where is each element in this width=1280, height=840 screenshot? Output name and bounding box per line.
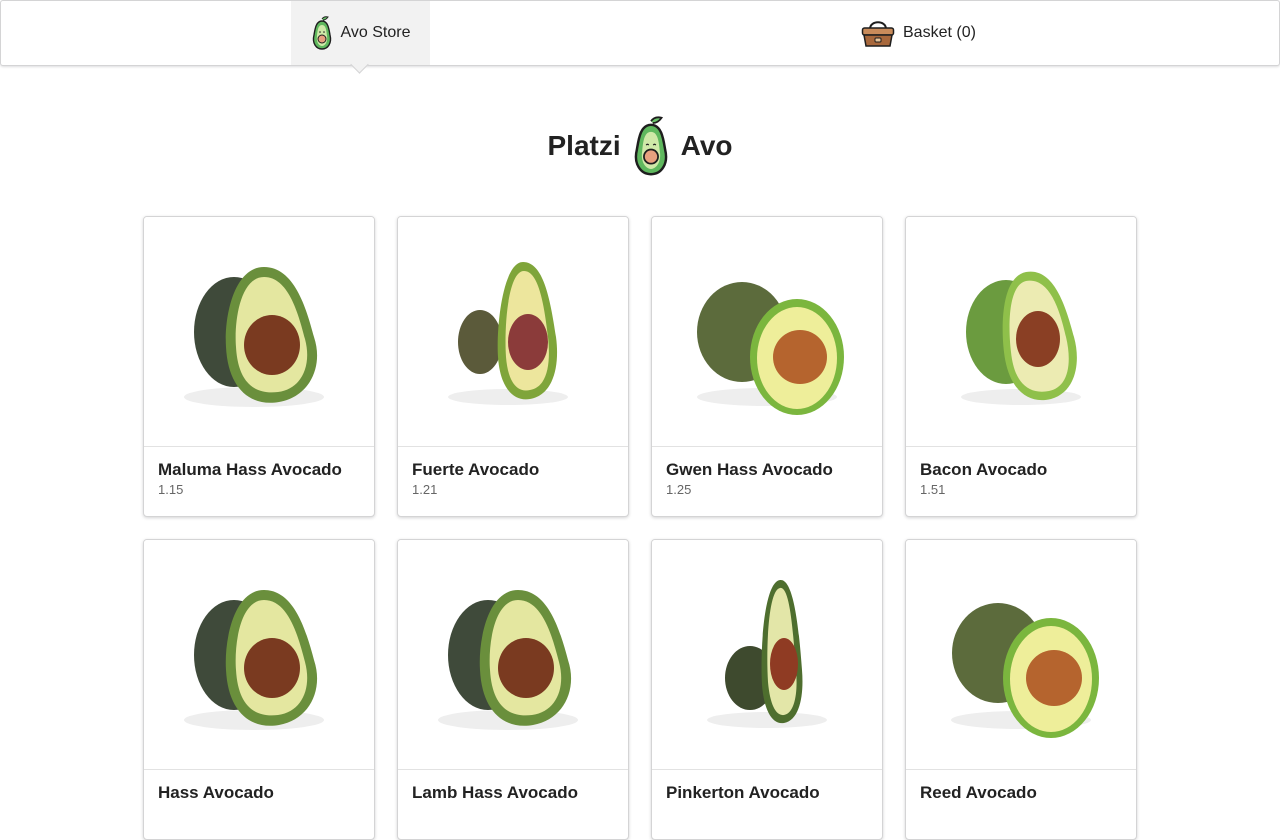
product-card[interactable]: Bacon Avocado 1.51 [905,216,1137,517]
product-content: Reed Avocado [906,770,1136,816]
product-grid: Maluma Hass Avocado 1.15 Fuerte Avocado … [143,216,1137,840]
product-card[interactable]: Fuerte Avocado 1.21 [397,216,629,517]
product-price: 1.21 [412,482,438,497]
hero-title-right: Avo [680,130,733,161]
product-content: Bacon Avocado 1.51 [906,447,1136,511]
avocado-image [697,281,844,415]
product-name: Maluma Hass Avocado [158,460,342,479]
nav-basket-label: Basket (0) [903,24,976,41]
product-image [652,540,882,770]
avocado-logo-icon [312,16,331,50]
product-content: Pinkerton Avocado [652,770,882,816]
hero-title-left: Platzi [547,130,621,161]
nav-avo-store-link[interactable]: Avo Store [291,1,430,65]
page-title: Platzi Avo [0,116,1280,176]
product-name: Pinkerton Avocado [666,783,820,802]
product-card[interactable]: Hass Avocado [143,539,375,840]
product-name: Fuerte Avocado [412,460,540,479]
product-price: 1.51 [920,482,946,497]
product-card[interactable]: Pinkerton Avocado [651,539,883,840]
avocado-image [438,589,578,730]
product-image [144,217,374,447]
product-image [398,540,628,770]
product-price: 1.25 [666,482,692,497]
product-name: Bacon Avocado [920,460,1048,479]
product-card[interactable]: Lamb Hass Avocado [397,539,629,840]
product-name: Hass Avocado [158,783,274,802]
product-image [652,217,882,447]
product-image [906,217,1136,447]
avocado-image [448,261,568,405]
product-name: Reed Avocado [920,783,1037,802]
product-content: Maluma Hass Avocado 1.15 [144,447,374,511]
product-content: Fuerte Avocado 1.21 [398,447,628,511]
avocado-image [184,266,324,407]
product-card[interactable]: Gwen Hass Avocado 1.25 [651,216,883,517]
product-image [398,217,628,447]
product-content: Lamb Hass Avocado [398,770,628,816]
avocado-image [707,579,827,728]
product-name: Gwen Hass Avocado [666,460,833,479]
product-image [906,540,1136,770]
top-navbar: Avo Store Basket (0) [0,0,1280,66]
avocado-image [961,271,1081,405]
basket-icon [861,21,895,47]
product-image [144,540,374,770]
product-card[interactable]: Maluma Hass Avocado 1.15 [143,216,375,517]
nav-basket-link[interactable]: Basket (0) [861,1,976,65]
nav-store-label: Avo Store [340,24,411,41]
product-price: 1.15 [158,482,184,497]
product-name: Lamb Hass Avocado [412,783,578,802]
avocado-image [184,589,324,730]
product-content: Hass Avocado [144,770,374,816]
avocado-image [951,602,1099,738]
product-card[interactable]: Reed Avocado [905,539,1137,840]
product-content: Gwen Hass Avocado 1.25 [652,447,882,511]
avocado-logo-icon [634,116,667,176]
